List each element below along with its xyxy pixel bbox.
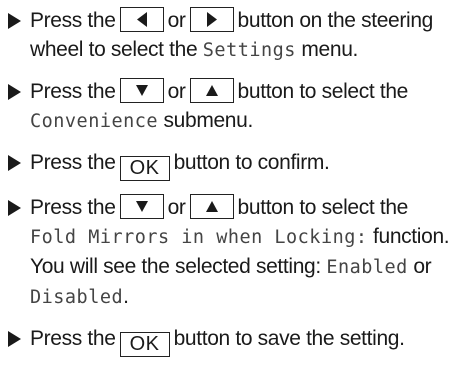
bullet-arrow-icon [8,84,21,100]
bullet-arrow-icon [8,331,21,347]
step-text: button to confirm. [173,151,330,174]
setting-value-enabled: Enabled [326,257,408,278]
step-5: Press the OK button to save the setting. [8,324,459,357]
ok-key-label: OK [129,157,160,179]
step-text: or [167,9,186,32]
step-2: Press the or button to select the Convenie… [8,77,459,136]
step-text: Press the [30,151,116,174]
setting-value-disabled: Disabled [30,287,124,308]
left-button-key [119,7,164,32]
step-text: or [167,80,186,103]
bullet-arrow-icon [8,200,21,216]
step-3: Press the OK button to confirm. [8,148,459,181]
step-text: menu. [301,38,359,61]
down-triangle-icon [135,85,148,96]
submenu-name: Convenience [30,111,159,132]
menu-name: Settings [202,40,296,61]
note-text: You will see the selected setting: [30,255,321,278]
instruction-page: Press the or button on the steering wheel … [0,0,465,386]
ok-button-key: OK [119,156,170,181]
step-text: button to select the [237,196,409,219]
step-text: submenu. [163,109,254,132]
up-button-key [189,78,234,103]
left-triangle-icon [136,12,147,27]
bullet-arrow-icon [8,155,21,171]
up-triangle-icon [205,85,218,96]
step-1: Press the or button on the steering wheel … [8,6,459,65]
down-button-key [119,194,164,219]
function-name: Fold Mirrors in when Locking: [30,227,368,248]
step-text: or [167,196,186,219]
step-4: Press the or button to select the Fold Mir… [8,193,459,312]
step-text: Press the [30,196,116,219]
up-triangle-icon [205,201,218,212]
up-button-key [189,194,234,219]
note-text: or [413,255,432,278]
step-text: Press the [30,327,116,350]
ok-key-label: OK [129,333,160,355]
note-text: . [123,285,129,308]
step-text: function. [373,225,450,248]
down-triangle-icon [135,201,148,212]
step-note: You will see the selected setting: Enabl… [30,252,459,312]
right-triangle-icon [206,12,217,27]
step-text: Press the [30,80,116,103]
step-text: Press the [30,9,116,32]
down-button-key [119,78,164,103]
bullet-arrow-icon [8,13,21,29]
ok-button-key: OK [119,332,170,357]
step-text: button to select the [237,80,409,103]
step-text: button to save the setting. [173,327,405,350]
right-button-key [189,7,234,32]
